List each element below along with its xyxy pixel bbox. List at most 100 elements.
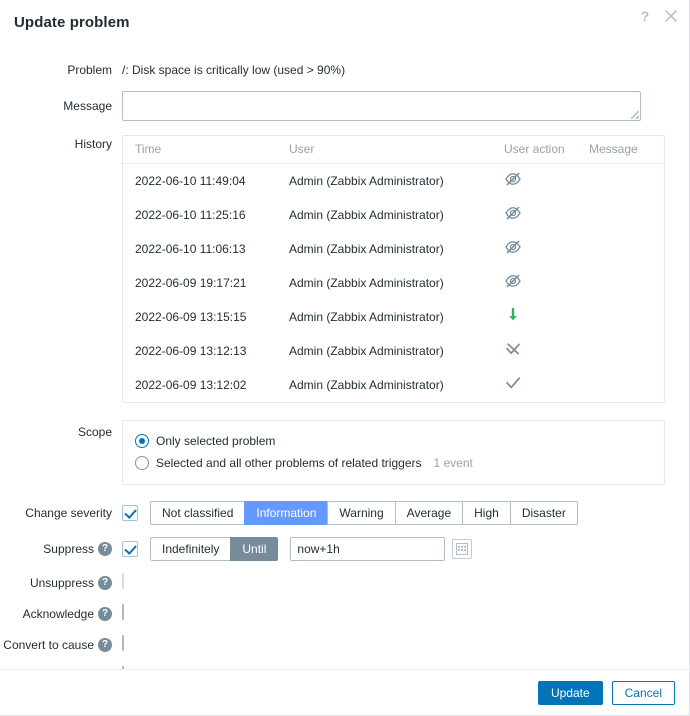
- resize-handle-icon[interactable]: [631, 111, 639, 119]
- convert-to-cause-label: Convert to cause: [3, 638, 94, 652]
- suppress-help-icon[interactable]: ?: [98, 542, 112, 556]
- suppress-until-input[interactable]: [290, 537, 446, 561]
- unsuppress-help-icon[interactable]: ?: [98, 576, 112, 590]
- unsuppress-label-wrap: Unsuppress ?: [0, 574, 122, 592]
- history-cell-user: Admin (Zabbix Administrator): [289, 309, 444, 324]
- history-cell-message: [589, 232, 664, 266]
- history-cell-time: 2022-06-09 13:15:15: [135, 309, 247, 324]
- history-cell-time: 2022-06-10 11:06:13: [135, 241, 246, 256]
- problem-value: /: Disk space is critically low (used > …: [122, 63, 346, 77]
- suppress-icon: [504, 170, 522, 188]
- scope-box: Only selected problem Selected and all o…: [122, 420, 665, 485]
- close-icon[interactable]: [663, 8, 679, 24]
- convert-to-cause-help-icon[interactable]: ?: [98, 638, 112, 652]
- unacknowledge-icon: [504, 340, 522, 358]
- suppress-icon: [504, 238, 522, 256]
- severity-option-warning[interactable]: Warning: [327, 501, 395, 525]
- radio-all-related[interactable]: [135, 456, 149, 470]
- history-cell-message: [589, 198, 664, 232]
- problem-row: Problem /: Disk space is critically low …: [0, 44, 675, 79]
- history-cell-user: Admin (Zabbix Administrator): [289, 275, 444, 290]
- history-header-row: Time User User action Message: [123, 136, 664, 164]
- dialog-header: Update problem ?: [0, 0, 689, 44]
- acknowledge-help-icon[interactable]: ?: [98, 607, 112, 621]
- history-cell-user: Admin (Zabbix Administrator): [289, 377, 444, 392]
- acknowledge-row: Acknowledge ?: [0, 592, 675, 623]
- history-cell-user-action: [504, 334, 589, 368]
- history-cell-time: 2022-06-09 13:12:02: [135, 377, 247, 392]
- suppress-checkbox[interactable]: [122, 541, 138, 557]
- cancel-button[interactable]: Cancel: [611, 680, 675, 705]
- scope-label: Scope: [77, 425, 112, 439]
- suppress-label: Suppress: [43, 542, 94, 556]
- calendar-icon[interactable]: [452, 539, 473, 559]
- scope-row: Scope Only selected problem Selected and…: [0, 403, 675, 485]
- dialog-footer: Update Cancel: [0, 669, 689, 715]
- history-cell-time: 2022-06-10 11:49:04: [135, 173, 246, 188]
- scope-option-1-label: Selected and all other problems of relat…: [156, 456, 422, 470]
- history-body: 2022-06-10 11:49:04 Admin (Zabbix Adminis…: [123, 164, 664, 403]
- help-icon[interactable]: ?: [637, 8, 653, 24]
- unsuppress-checkbox: [122, 573, 124, 589]
- radio-only-selected[interactable]: [135, 434, 149, 448]
- history-cell-time: 2022-06-09 19:17:21: [135, 275, 247, 290]
- scope-option-0-label: Only selected problem: [156, 434, 276, 448]
- history-col-user-action: User action: [504, 136, 589, 164]
- table-row: 2022-06-09 13:12:13 Admin (Zabbix Adminis…: [123, 334, 664, 368]
- history-cell-message: [589, 368, 664, 402]
- history-cell-user-action: [504, 368, 589, 402]
- table-row: 2022-06-10 11:49:04 Admin (Zabbix Adminis…: [123, 164, 664, 199]
- acknowledge-label: Acknowledge: [22, 607, 94, 621]
- history-cell-user-action: [504, 198, 589, 232]
- suppress-mode-indefinitely[interactable]: Indefinitely: [150, 537, 231, 561]
- history-cell-time: 2022-06-09 13:12:13: [135, 343, 247, 358]
- related-event-count[interactable]: 1 event: [433, 456, 472, 470]
- scope-option-all-related[interactable]: Selected and all other problems of relat…: [135, 452, 652, 474]
- history-label: History: [74, 137, 112, 151]
- history-col-time: Time: [123, 136, 289, 164]
- history-cell-user-action: [504, 164, 589, 199]
- convert-to-cause-checkbox[interactable]: [122, 635, 124, 651]
- history-cell-user-action: [504, 300, 589, 334]
- severity-segment-group: Not classified Information Warning Average H…: [150, 501, 578, 525]
- message-textarea[interactable]: [122, 91, 641, 121]
- table-row: 2022-06-09 13:12:02 Admin (Zabbix Adminis…: [123, 368, 664, 402]
- acknowledge-checkbox[interactable]: [122, 604, 124, 620]
- history-cell-time: 2022-06-10 11:25:16: [135, 207, 246, 222]
- convert-to-cause-label-wrap: Convert to cause ?: [0, 636, 122, 654]
- table-row: 2022-06-09 13:15:15 Admin (Zabbix Adminis…: [123, 300, 664, 334]
- severity-option-not-classified[interactable]: Not classified: [150, 501, 245, 525]
- suppress-icon: [504, 204, 522, 222]
- history-cell-message: [589, 266, 664, 300]
- table-row: 2022-06-09 19:17:21 Admin (Zabbix Adminis…: [123, 266, 664, 300]
- suppress-mode-until[interactable]: Until: [230, 537, 279, 561]
- unsuppress-row: Unsuppress ?: [0, 561, 675, 592]
- severity-decreased-icon: [504, 306, 522, 324]
- acknowledge-icon: [504, 374, 522, 392]
- problem-label: Problem: [67, 63, 112, 77]
- severity-option-average[interactable]: Average: [394, 501, 463, 525]
- table-row: 2022-06-10 11:25:16 Admin (Zabbix Adminis…: [123, 198, 664, 232]
- history-col-message: Message: [589, 136, 664, 164]
- severity-option-information[interactable]: Information: [244, 501, 328, 525]
- change-severity-checkbox[interactable]: [122, 505, 138, 521]
- history-cell-user: Admin (Zabbix Administrator): [289, 173, 444, 188]
- history-table-wrapper: Time User User action Message 2022-06-10…: [122, 135, 665, 403]
- suppress-row: Suppress ? Indefinitely Until: [0, 525, 675, 561]
- history-cell-user: Admin (Zabbix Administrator): [289, 343, 444, 358]
- suppress-icon: [504, 272, 522, 290]
- history-cell-user-action: [504, 232, 589, 266]
- history-cell-message: [589, 164, 664, 199]
- history-cell-user: Admin (Zabbix Administrator): [289, 207, 444, 222]
- severity-option-high[interactable]: High: [462, 501, 510, 525]
- scope-option-only-selected[interactable]: Only selected problem: [135, 430, 652, 452]
- history-cell-message: [589, 334, 664, 368]
- history-table: Time User User action Message 2022-06-10…: [123, 136, 664, 402]
- history-col-user: User: [289, 136, 504, 164]
- acknowledge-label-wrap: Acknowledge ?: [0, 605, 122, 623]
- update-button[interactable]: Update: [537, 680, 603, 705]
- severity-option-disaster[interactable]: Disaster: [509, 501, 578, 525]
- unsuppress-label: Unsuppress: [29, 576, 94, 590]
- history-cell-user: Admin (Zabbix Administrator): [289, 241, 444, 256]
- dialog-body: Problem /: Disk space is critically low …: [0, 44, 689, 715]
